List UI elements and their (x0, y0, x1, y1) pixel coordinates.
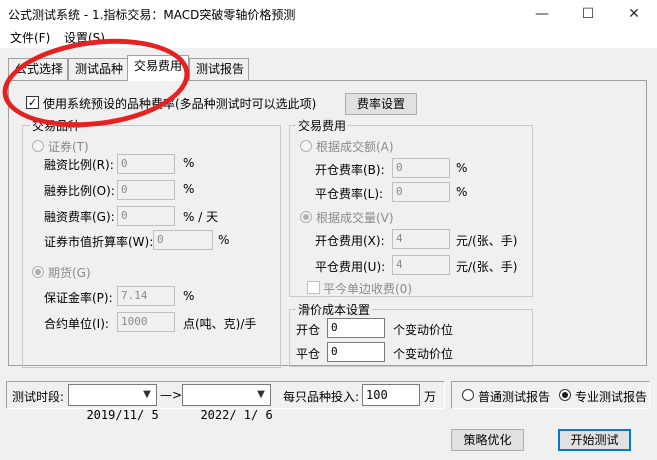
menu-file[interactable]: 文件(F) (6, 28, 54, 48)
margin-fee-label: 融资费率(G): (44, 210, 115, 224)
test-period-label: 测试时段: (12, 390, 65, 404)
close-fee-unit: 元/(张、手) (456, 260, 518, 274)
end-date-picker[interactable]: 2022/ 1/ 6 ▼ (182, 384, 273, 422)
by-volume-radio[interactable] (300, 211, 312, 223)
contract-unit-field[interactable]: 1000 (117, 312, 175, 332)
menu-bar: 文件(F) 设置(S) (0, 28, 657, 48)
title-bar: 公式测试系统 - 1.指标交易：MACD突破零轴价格预测 — ☐ ✕ (0, 0, 657, 28)
slippage-open-label: 开仓 (296, 323, 321, 337)
slippage-open-field[interactable]: 0 (327, 318, 385, 338)
use-preset-label: 使用系统预设的品种费率(多品种测试时可以选此项) (43, 97, 317, 111)
strategy-optimize-button[interactable]: 策略优化 (451, 429, 524, 451)
one-side-label: 平今单边收费(0) (323, 282, 412, 296)
margin-ratio-field[interactable]: 0 (117, 154, 175, 174)
fees-group-title: 交易费用 (296, 117, 349, 134)
window-title: 公式测试系统 - 1.指标交易：MACD突破零轴价格预测 (8, 8, 296, 22)
discount-rate-field[interactable]: 0 (153, 230, 213, 250)
securities-radio[interactable] (32, 140, 44, 152)
close-fee-label: 平仓费用(U): (315, 260, 386, 274)
futures-radio[interactable] (32, 266, 44, 278)
normal-report-radio[interactable] (462, 389, 474, 401)
by-amount-label: 根据成交额(A) (316, 140, 394, 154)
invest-label: 每只品种投入: (283, 390, 360, 404)
slippage-group-title: 滑价成本设置 (296, 301, 373, 318)
tab-test-report[interactable]: 测试报告 (189, 58, 249, 80)
discount-rate-unit: % (218, 233, 230, 247)
start-test-button[interactable]: 开始测试 (558, 429, 631, 451)
short-ratio-label: 融券比例(O): (44, 184, 115, 198)
securities-label: 证券(T) (48, 140, 89, 154)
slippage-close-unit: 个变动价位 (393, 347, 454, 361)
tab-test-products[interactable]: 测试品种 (68, 58, 128, 80)
end-date-dropdown-icon[interactable]: ▼ (254, 385, 268, 405)
start-date-value: 2019/11/ 5 (86, 408, 159, 422)
margin-fee-field[interactable]: 0 (117, 206, 175, 226)
minimize-button[interactable]: — (519, 0, 565, 28)
menu-settings[interactable]: 设置(S) (60, 28, 109, 48)
slippage-close-field[interactable]: 0 (327, 342, 385, 362)
pro-report-label: 专业测试报告 (575, 390, 648, 404)
pro-report-radio[interactable] (559, 389, 571, 401)
close-fee-field[interactable]: 4 (392, 255, 450, 275)
fee-settings-button[interactable]: 费率设置 (345, 93, 417, 115)
close-rate-label: 平仓费率(L): (315, 187, 384, 201)
by-amount-radio[interactable] (300, 140, 312, 152)
futures-label: 期货(G) (48, 266, 91, 280)
close-button[interactable]: ✕ (611, 0, 657, 28)
deposit-rate-unit: % (183, 289, 195, 303)
deposit-rate-field[interactable]: 7.14 (117, 286, 175, 306)
one-side-checkbox[interactable] (307, 281, 320, 294)
discount-rate-label: 证券市值折算率(W): (44, 235, 154, 249)
deposit-rate-label: 保证金率(P): (44, 291, 113, 305)
maximize-button[interactable]: ☐ (565, 0, 611, 28)
normal-report-label: 普通测试报告 (478, 390, 551, 404)
slippage-close-label: 平仓 (296, 347, 321, 361)
open-rate-unit: % (456, 161, 468, 175)
open-fee-field[interactable]: 4 (392, 229, 450, 249)
contract-unit-unit: 点(吨、克)/手 (183, 317, 257, 331)
start-date-dropdown-icon[interactable]: ▼ (140, 385, 154, 405)
open-rate-field[interactable]: 0 (392, 158, 450, 178)
invest-unit: 万 (424, 390, 437, 404)
close-rate-field[interactable]: 0 (392, 182, 450, 202)
by-volume-label: 根据成交量(V) (316, 211, 394, 225)
open-rate-label: 开仓费率(B): (315, 163, 385, 177)
end-date-value: 2022/ 1/ 6 (200, 408, 273, 422)
short-ratio-field[interactable]: 0 (117, 180, 175, 200)
margin-fee-unit: % / 天 (183, 210, 219, 224)
open-fee-label: 开仓费用(X): (315, 234, 385, 248)
margin-ratio-unit: % (183, 156, 195, 170)
date-range-arrow: —> (160, 388, 183, 402)
margin-ratio-label: 融资比例(R): (44, 158, 114, 172)
product-group-title: 交易品种 (30, 117, 83, 134)
contract-unit-label: 合约单位(I): (44, 317, 109, 331)
use-preset-checkbox[interactable]: ✓ (26, 96, 39, 109)
close-rate-unit: % (456, 185, 468, 199)
tab-formula-select[interactable]: 公式选择 (8, 58, 68, 80)
slippage-open-unit: 个变动价位 (393, 323, 454, 337)
open-fee-unit: 元/(张、手) (456, 234, 518, 248)
invest-field[interactable]: 100 (362, 384, 420, 406)
start-date-picker[interactable]: 2019/11/ 5 ▼ (68, 384, 159, 422)
tab-trading-fees[interactable]: 交易费用 (127, 55, 189, 81)
short-ratio-unit: % (183, 182, 195, 196)
